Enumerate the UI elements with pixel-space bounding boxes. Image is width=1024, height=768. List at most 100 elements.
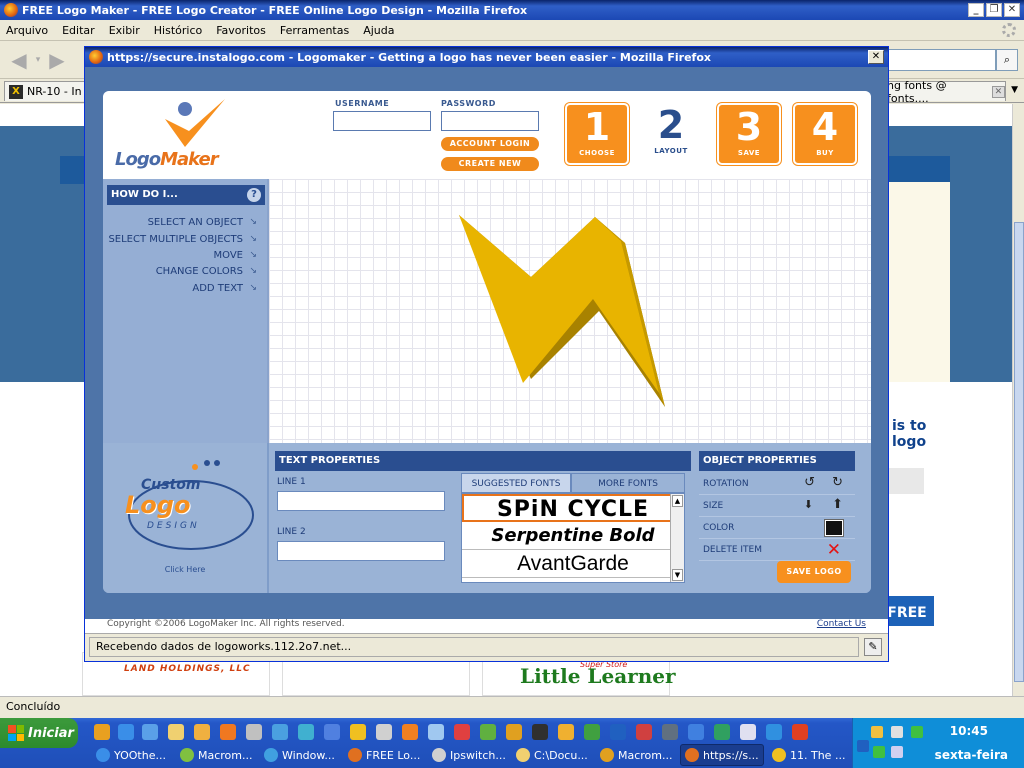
tray-icon[interactable] <box>911 726 923 738</box>
size-increase-icon[interactable]: ⬆ <box>832 497 843 513</box>
tray-icon[interactable] <box>891 726 903 738</box>
quicklaunch-icon[interactable] <box>714 724 730 740</box>
font-option-spin-cycle[interactable]: SPiN CYCLE <box>462 494 684 522</box>
quicklaunch-icon[interactable] <box>792 724 808 740</box>
create-account-button[interactable]: CREATE NEW ACCOUNT <box>441 157 539 182</box>
folder-icon[interactable] <box>168 724 184 740</box>
quicklaunch-icon[interactable] <box>94 724 110 740</box>
menu-ferramentas[interactable]: Ferramentas <box>280 24 349 37</box>
taskbar-item[interactable]: Macrom... <box>176 744 256 766</box>
color-swatch[interactable] <box>825 520 843 536</box>
start-button[interactable]: Iniciar <box>0 718 78 748</box>
menu-ajuda[interactable]: Ajuda <box>363 24 394 37</box>
page-scrollbar[interactable] <box>1012 104 1024 696</box>
quicklaunch-icon[interactable] <box>610 724 626 740</box>
tab-close-icon[interactable]: ✕ <box>991 85 1005 98</box>
tray-icon[interactable] <box>857 740 869 752</box>
tab-list-dropdown-icon[interactable]: ▼ <box>1011 85 1018 95</box>
quicklaunch-icon[interactable] <box>428 724 444 740</box>
password-field[interactable] <box>441 111 539 131</box>
volume-icon[interactable] <box>891 746 903 758</box>
tab-suggested-fonts[interactable]: SUGGESTED FONTS <box>461 473 571 493</box>
taskbar-item[interactable]: Ipswitch... <box>428 744 508 766</box>
scrollbar-thumb[interactable] <box>1014 222 1024 682</box>
line1-input[interactable] <box>277 491 445 511</box>
tray-icon[interactable] <box>871 726 883 738</box>
tab-nr10[interactable]: X NR-10 - In <box>4 81 90 101</box>
tab-more-fonts[interactable]: MORE FONTS <box>571 473 685 493</box>
custom-logo-design-banner[interactable]: Custom Logo DESIGN <box>111 453 261 563</box>
scroll-up-icon[interactable]: ▲ <box>672 495 683 507</box>
quicklaunch-icon[interactable] <box>688 724 704 740</box>
font-option-avantgarde[interactable]: AvantGarde <box>462 550 684 578</box>
save-logo-button[interactable]: SAVE LOGO <box>777 561 851 583</box>
account-login-button[interactable]: ACCOUNT LOGIN <box>441 137 539 151</box>
quicklaunch-icon[interactable] <box>194 724 210 740</box>
clock[interactable]: 10:45 <box>950 724 988 738</box>
taskbar-item[interactable]: C:\Docu... <box>512 744 592 766</box>
logomaker-logo[interactable]: LogoMaker <box>113 97 253 175</box>
quicklaunch-icon[interactable] <box>532 724 548 740</box>
quicklaunch-icon[interactable] <box>558 724 574 740</box>
taskbar-item-active[interactable]: https://s... <box>680 744 764 766</box>
back-arrow-icon[interactable]: ◀ <box>6 47 32 73</box>
menu-arquivo[interactable]: Arquivo <box>6 24 48 37</box>
quicklaunch-icon[interactable] <box>766 724 782 740</box>
quicklaunch-icon[interactable] <box>324 724 340 740</box>
help-change-colors[interactable]: CHANGE COLORS ↘ <box>156 266 257 277</box>
back-dropdown-icon[interactable]: ▾ <box>32 47 44 73</box>
search-input[interactable] <box>888 49 996 71</box>
help-question-icon[interactable]: ? <box>247 188 261 202</box>
menu-exibir[interactable]: Exibir <box>109 24 140 37</box>
logo-canvas[interactable] <box>267 179 871 443</box>
rotate-left-icon[interactable]: ↺ <box>804 475 815 491</box>
ie-icon[interactable] <box>118 724 134 740</box>
search-icon[interactable]: ⌕ <box>996 49 1018 71</box>
quicklaunch-icon[interactable] <box>636 724 652 740</box>
quicklaunch-icon[interactable] <box>142 724 158 740</box>
help-select-object[interactable]: SELECT AN OBJECT ↘ <box>148 217 257 228</box>
line2-input[interactable] <box>277 541 445 561</box>
help-add-text[interactable]: ADD TEXT ↘ <box>192 283 257 294</box>
quicklaunch-icon[interactable] <box>350 724 366 740</box>
scroll-down-icon[interactable]: ▼ <box>672 569 683 581</box>
quicklaunch-icon[interactable] <box>454 724 470 740</box>
step-choose-button[interactable]: 1 CHOOSE <box>565 103 629 165</box>
help-move[interactable]: MOVE ↘ <box>214 250 257 261</box>
quicklaunch-icon[interactable] <box>298 724 314 740</box>
click-here-link[interactable]: Click Here <box>103 565 267 574</box>
username-field[interactable] <box>333 111 431 131</box>
quicklaunch-icon[interactable] <box>480 724 496 740</box>
tray-icon[interactable] <box>873 746 885 758</box>
quicklaunch-icon[interactable] <box>376 724 392 740</box>
lightning-bolt-object[interactable] <box>269 179 871 443</box>
help-select-multiple[interactable]: SELECT MULTIPLE OBJECTS ↘ <box>108 234 257 245</box>
minimize-button[interactable]: _ <box>968 3 984 17</box>
rotate-right-icon[interactable]: ↻ <box>832 475 843 491</box>
quicklaunch-icon[interactable] <box>506 724 522 740</box>
delete-x-icon[interactable]: ✕ <box>827 540 841 560</box>
font-option-serpentine-bold[interactable]: Serpentine Bold <box>462 522 684 550</box>
quicklaunch-icon[interactable] <box>584 724 600 740</box>
popup-close-button[interactable]: ✕ <box>868 50 884 64</box>
menu-favoritos[interactable]: Favoritos <box>216 24 266 37</box>
quicklaunch-icon[interactable] <box>246 724 262 740</box>
taskbar-item[interactable]: 11. The ... <box>768 744 848 766</box>
taskbar-item[interactable]: Window... <box>260 744 340 766</box>
quicklaunch-icon[interactable] <box>272 724 288 740</box>
contact-us-link[interactable]: Contact Us <box>817 619 866 629</box>
taskbar-item[interactable]: FREE Lo... <box>344 744 424 766</box>
step-save-button[interactable]: 3 SAVE <box>717 103 781 165</box>
font-list-scrollbar[interactable]: ▲ ▼ <box>670 494 684 582</box>
close-button[interactable]: ✕ <box>1004 3 1020 17</box>
quicklaunch-icon[interactable] <box>740 724 756 740</box>
quicklaunch-icon[interactable] <box>402 724 418 740</box>
taskbar-item[interactable]: Macrom... <box>596 744 676 766</box>
taskbar-item[interactable]: YOOthe... <box>92 744 170 766</box>
step-buy-button[interactable]: 4 BUY <box>793 103 857 165</box>
menu-editar[interactable]: Editar <box>62 24 95 37</box>
step-layout-button[interactable]: 2 LAYOUT <box>639 103 703 165</box>
restore-button[interactable]: ❐ <box>986 3 1002 17</box>
size-decrease-icon[interactable]: ⬇ <box>804 497 813 513</box>
quicklaunch-icon[interactable] <box>220 724 236 740</box>
